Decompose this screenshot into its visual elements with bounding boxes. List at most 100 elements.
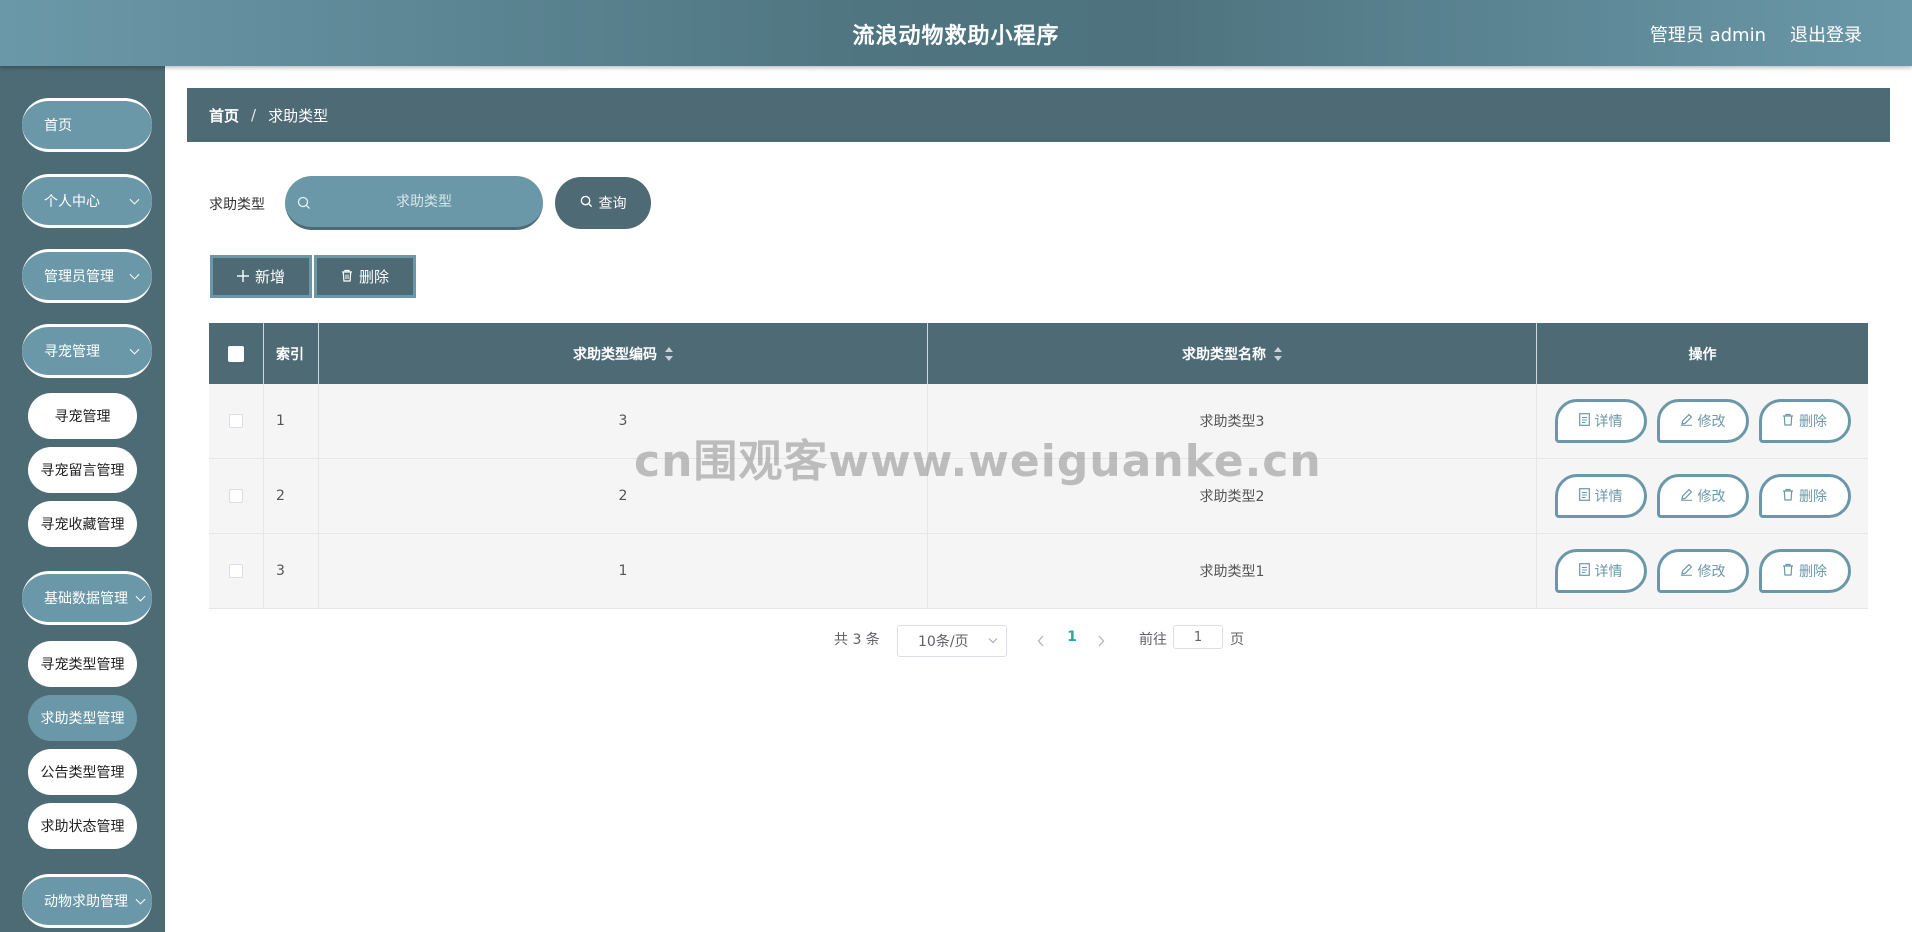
page-unit-label: 页 [1230, 632, 1244, 648]
column-header-index: 索引 [264, 323, 319, 384]
document-icon [1578, 562, 1590, 580]
add-button-label: 新增 [254, 268, 285, 286]
search-icon [580, 195, 593, 212]
sidebar-item-personal-center[interactable]: 个人中心 [22, 174, 152, 228]
edit-icon [1680, 488, 1693, 505]
chevron-down-icon [988, 634, 998, 644]
trash-icon [341, 268, 353, 286]
table-row: 1 3 求助类型3 详情 修改 删除 [209, 384, 1868, 459]
query-button[interactable]: 查询 [555, 177, 651, 229]
delete-button[interactable]: 删除 [1758, 549, 1851, 593]
prev-page-button[interactable] [1030, 625, 1052, 657]
sidebar-item-pet-search-management[interactable]: 寻宠管理 [22, 324, 152, 378]
sidebar-subitem-notice-types[interactable]: 公告类型管理 [28, 749, 137, 795]
chevron-down-icon [129, 194, 140, 205]
trash-icon [1782, 488, 1794, 505]
row-checkbox[interactable] [229, 489, 243, 503]
sidebar-item-label: 基础数据管理 [44, 591, 128, 607]
page-size-select[interactable]: 10条/页 [897, 625, 1007, 657]
sidebar-item-admin-management[interactable]: 管理员管理 [22, 249, 152, 303]
sidebar-item-label: 管理员管理 [44, 269, 114, 285]
cell-actions: 详情 修改 删除 [1537, 459, 1868, 533]
breadcrumb-home[interactable]: 首页 [209, 105, 239, 126]
edit-button[interactable]: 修改 [1656, 399, 1749, 443]
user-info: 管理员 admin [1649, 25, 1766, 46]
sort-icon[interactable] [665, 346, 673, 361]
cell-code: 2 [319, 459, 928, 533]
goto-label: 前往 [1139, 632, 1167, 648]
row-checkbox-cell [209, 534, 264, 608]
edit-button-label: 修改 [1697, 489, 1726, 505]
detail-button[interactable]: 详情 [1554, 474, 1647, 518]
edit-icon [1680, 563, 1693, 580]
cell-index: 1 [264, 384, 319, 458]
breadcrumb: 首页 / 求助类型 [187, 88, 1890, 142]
cell-index: 2 [264, 459, 319, 533]
cell-index: 3 [264, 534, 319, 608]
bulk-delete-button-label: 删除 [358, 268, 389, 286]
add-button[interactable]: 新增 [210, 255, 312, 298]
delete-button[interactable]: 删除 [1758, 399, 1851, 443]
page-size-value: 10条/页 [918, 634, 969, 650]
goto-page-input[interactable] [1173, 625, 1223, 649]
edit-button[interactable]: 修改 [1656, 474, 1749, 518]
sidebar-item-label: 个人中心 [44, 194, 100, 210]
sidebar-item-animal-help-management[interactable]: 动物求助管理 [22, 874, 152, 928]
delete-button-label: 删除 [1799, 414, 1827, 430]
chevron-down-icon [135, 894, 146, 905]
next-page-button[interactable] [1090, 625, 1112, 657]
detail-button[interactable]: 详情 [1554, 399, 1647, 443]
trash-icon [1782, 563, 1794, 580]
search-icon [297, 195, 311, 214]
edit-icon [1680, 413, 1693, 430]
sidebar-subitem-pet-search-favorites[interactable]: 寻宠收藏管理 [28, 501, 137, 547]
document-icon [1578, 487, 1590, 505]
row-checkbox[interactable] [229, 564, 243, 578]
header-checkbox-cell [209, 323, 264, 384]
detail-button-label: 详情 [1594, 564, 1623, 580]
logout-link[interactable]: 退出登录 [1790, 21, 1862, 47]
sidebar-item-label: 动物求助管理 [44, 894, 128, 910]
sidebar-item-home[interactable]: 首页 [22, 98, 152, 152]
table-header: 索引 求助类型编码 求助类型名称 操作 [209, 323, 1868, 384]
app-title: 流浪动物救助小程序 [852, 24, 1060, 49]
trash-icon [1782, 413, 1794, 430]
select-all-checkbox[interactable] [228, 345, 244, 362]
sidebar-subitem-pet-search-comments[interactable]: 寻宠留言管理 [28, 447, 137, 493]
sidebar-subitem-help-types[interactable]: 求助类型管理 [28, 695, 137, 741]
column-header-name[interactable]: 求助类型名称 [928, 323, 1537, 384]
sort-icon[interactable] [1274, 346, 1282, 361]
sidebar-subitem-pet-search-types[interactable]: 寻宠类型管理 [28, 641, 137, 687]
row-checkbox-cell [209, 459, 264, 533]
column-header-label: 求助类型编码 [573, 346, 657, 363]
column-header-code[interactable]: 求助类型编码 [319, 323, 928, 384]
sidebar-subitem-help-status[interactable]: 求助状态管理 [28, 803, 137, 849]
detail-button-label: 详情 [1594, 489, 1623, 505]
edit-button-label: 修改 [1697, 414, 1726, 430]
chevron-down-icon [129, 269, 140, 280]
delete-button[interactable]: 删除 [1758, 474, 1851, 518]
search-input[interactable] [319, 188, 529, 216]
cell-name: 求助类型1 [928, 534, 1537, 608]
sidebar-subitem-pet-search[interactable]: 寻宠管理 [28, 393, 137, 439]
query-button-label: 查询 [598, 196, 627, 212]
data-table: 索引 求助类型编码 求助类型名称 操作 1 3 求助类型3 详情 修改 删除 2… [209, 323, 1868, 609]
delete-button-label: 删除 [1799, 489, 1827, 505]
cell-code: 1 [319, 534, 928, 608]
column-header-label: 求助类型名称 [1182, 346, 1266, 363]
cell-name: 求助类型3 [928, 384, 1537, 458]
column-header-actions: 操作 [1688, 346, 1717, 363]
pagination-total: 共 3 条 [834, 632, 880, 648]
breadcrumb-current: 求助类型 [268, 106, 329, 125]
cell-actions: 详情 修改 删除 [1537, 384, 1868, 458]
page-number[interactable]: 1 [1060, 629, 1084, 645]
bulk-delete-button[interactable]: 删除 [314, 255, 416, 298]
cell-code: 3 [319, 384, 928, 458]
delete-button-label: 删除 [1799, 564, 1827, 580]
detail-button[interactable]: 详情 [1554, 549, 1647, 593]
row-checkbox[interactable] [229, 414, 243, 428]
edit-button[interactable]: 修改 [1656, 549, 1749, 593]
plus-icon [236, 268, 249, 286]
table-row: 2 2 求助类型2 详情 修改 删除 [209, 459, 1868, 534]
sidebar-item-basic-data-management[interactable]: 基础数据管理 [22, 571, 152, 625]
